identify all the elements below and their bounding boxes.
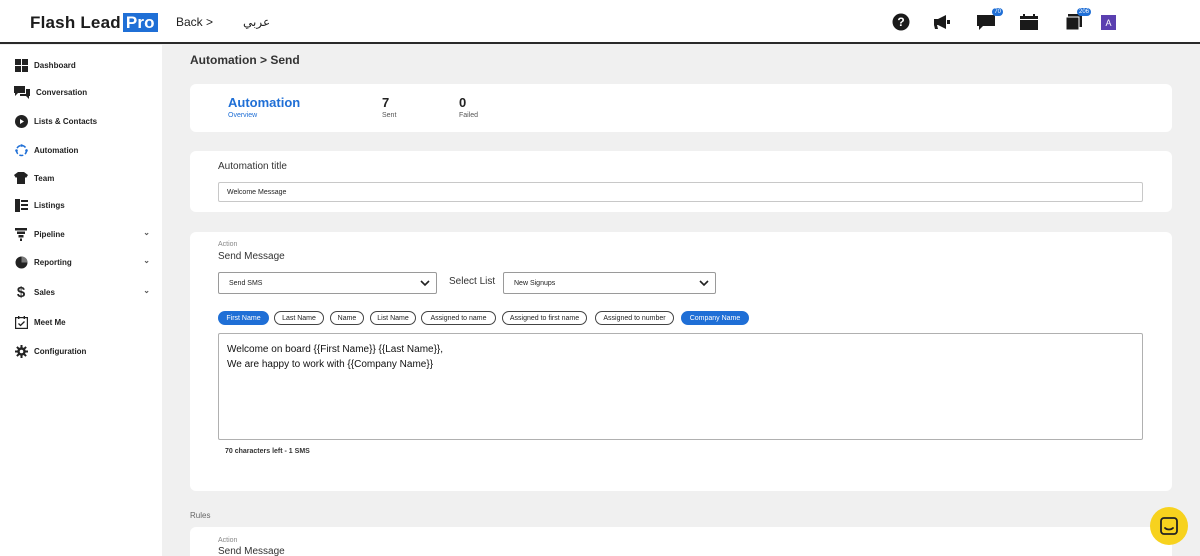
message-line: We are happy to work with {{Company Name… xyxy=(227,359,434,370)
rules-label: Rules xyxy=(190,511,211,520)
chip-assigned-to-name[interactable]: Assigned to name xyxy=(421,311,496,325)
sidebar-item-label: Conversation xyxy=(36,87,88,97)
sidebar-item-meet-me[interactable]: Meet Me xyxy=(14,313,154,331)
dollar-icon: $ xyxy=(16,283,26,301)
rules-action-heading: Send Message xyxy=(218,546,285,556)
lists-icon xyxy=(14,114,28,128)
chat-badge: 70 xyxy=(992,8,1003,16)
chip-name[interactable]: Name xyxy=(330,311,364,325)
listings-icon xyxy=(14,198,28,212)
list-select-value: New Signups xyxy=(514,279,556,287)
logo-text: Flash Lead xyxy=(30,13,121,32)
sidebar-item-label: Reporting xyxy=(34,257,72,267)
automation-title-field[interactable]: Welcome Message xyxy=(218,182,1143,202)
sent-count: 7 xyxy=(382,95,390,110)
sidebar-item-label: Configuration xyxy=(34,346,87,356)
failed-count: 0 xyxy=(459,95,467,110)
sidebar-item-label: Team xyxy=(34,173,55,183)
select-list-label: Select List xyxy=(449,276,496,287)
sidebar-item-lists-contacts[interactable]: Lists & Contacts xyxy=(14,112,154,130)
calendar-icon[interactable] xyxy=(1019,12,1039,32)
chip-assigned-to-number[interactable]: Assigned to number xyxy=(595,311,674,325)
list-select[interactable]: New Signups xyxy=(503,272,716,294)
chevron-down-icon: ⌄ xyxy=(143,256,150,265)
sidebar-item-listings[interactable]: Listings xyxy=(14,196,154,214)
chip-first-name[interactable]: First Name xyxy=(218,311,269,325)
overview-title: Automation xyxy=(228,95,301,110)
overview-card: Automation Overview 7 Sent 0 Failed xyxy=(190,84,1172,132)
inbox-icon[interactable]: 206 xyxy=(1064,8,1091,32)
help-icon[interactable]: ? xyxy=(891,12,911,32)
top-bar: Flash Lead Pro Back > عربي ? 70 206 A xyxy=(0,0,1200,44)
chip-last-name[interactable]: Last Name xyxy=(274,311,324,325)
chip-company-name[interactable]: Company Name xyxy=(681,311,749,325)
conversation-icon xyxy=(14,85,30,99)
gear-icon xyxy=(14,344,28,358)
rules-action-small-label: Action xyxy=(218,537,238,544)
reporting-icon xyxy=(14,255,28,269)
chat-icon[interactable]: 70 xyxy=(976,8,1003,32)
breadcrumb: Automation > Send xyxy=(190,53,300,67)
app-logo[interactable]: Flash Lead Pro xyxy=(30,13,158,33)
sidebar-item-label: Sales xyxy=(34,287,55,297)
sidebar-item-label: Meet Me xyxy=(34,317,66,327)
sidebar-item-reporting[interactable]: Reporting ⌄ xyxy=(14,253,154,271)
sidebar-item-pipeline[interactable]: Pipeline ⌄ xyxy=(14,225,154,243)
sidebar-item-sales[interactable]: $ Sales ⌄ xyxy=(14,283,154,301)
sidebar-item-team[interactable]: Team xyxy=(14,169,154,187)
sidebar-item-automation[interactable]: Automation xyxy=(14,141,154,159)
automation-icon xyxy=(14,143,28,157)
sidebar-item-label: Dashboard xyxy=(34,60,76,70)
pipeline-icon xyxy=(14,227,28,241)
action-small-label: Action xyxy=(218,241,238,248)
chevron-down-icon xyxy=(420,280,430,287)
chevron-down-icon: ⌄ xyxy=(143,286,150,295)
logo-pro-badge: Pro xyxy=(122,13,158,32)
sidebar-item-label: Listings xyxy=(34,200,65,210)
team-icon xyxy=(14,171,28,185)
message-textarea[interactable]: Welcome on board {{First Name}} {{Last N… xyxy=(218,333,1143,440)
overview-subtitle[interactable]: Overview xyxy=(228,112,257,119)
megaphone-icon[interactable] xyxy=(932,12,952,32)
chevron-down-icon: ⌄ xyxy=(143,228,150,237)
sidebar-item-label: Pipeline xyxy=(34,229,65,239)
back-link[interactable]: Back > xyxy=(176,15,213,29)
sidebar-item-dashboard[interactable]: Dashboard xyxy=(14,56,154,74)
dashboard-icon xyxy=(14,58,28,72)
sidebar-item-conversation[interactable]: Conversation xyxy=(14,83,154,101)
svg-text:?: ? xyxy=(897,15,904,29)
chip-list-name[interactable]: List Name xyxy=(370,311,416,325)
message-line: Welcome on board {{First Name}} {{Last N… xyxy=(227,344,444,355)
sent-label: Sent xyxy=(382,112,397,119)
action-type-select[interactable]: Send SMS xyxy=(218,272,437,294)
rules-card: Action Send Message xyxy=(190,527,1172,556)
chat-widget-icon xyxy=(1160,517,1178,535)
character-counter: 70 characters left - 1 SMS xyxy=(225,448,310,455)
inbox-badge: 206 xyxy=(1076,8,1091,16)
sidebar-item-configuration[interactable]: Configuration xyxy=(14,342,154,360)
action-heading: Send Message xyxy=(218,251,285,262)
chip-assigned-to-first-name[interactable]: Assigned to first name xyxy=(502,311,587,325)
action-type-value: Send SMS xyxy=(229,279,263,287)
chat-widget-button[interactable] xyxy=(1150,507,1188,545)
calendar-check-icon xyxy=(14,315,28,329)
language-toggle[interactable]: عربي xyxy=(243,15,270,29)
action-card: Action Send Message Send SMS Select List… xyxy=(190,232,1172,491)
sidebar-item-label: Lists & Contacts xyxy=(34,116,98,126)
automation-title-label: Automation title xyxy=(218,161,287,172)
chevron-down-icon xyxy=(699,280,709,287)
sidebar: Dashboard Conversation Lists & Contacts … xyxy=(0,45,162,556)
failed-label: Failed xyxy=(459,112,479,119)
automation-title-card: Automation title Welcome Message xyxy=(190,151,1172,212)
sidebar-item-label: Automation xyxy=(34,145,79,155)
avatar[interactable]: A xyxy=(1101,15,1116,30)
